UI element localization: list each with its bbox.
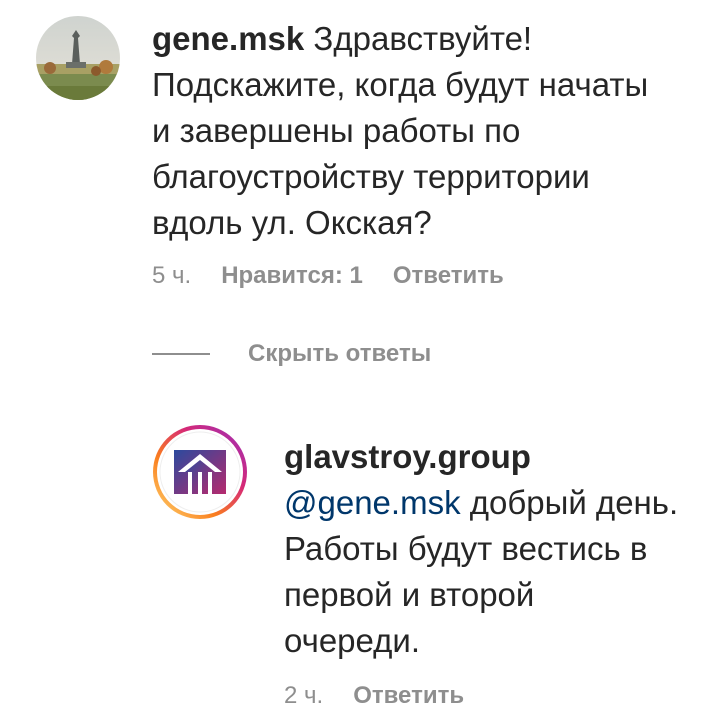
comment-line: Здравствуйте! xyxy=(313,20,533,57)
landscape-photo-avatar-icon xyxy=(36,16,120,100)
comment-line: Подскажите, когда будут начаты xyxy=(152,66,649,103)
reply-line: очереди. xyxy=(284,622,421,659)
comment-meta: 5 ч. Нравится: 1 Ответить xyxy=(152,262,534,290)
glavstroy-logo-icon xyxy=(153,425,247,519)
comment-thread: gene.msk Здравствуйте! Подскажите, когда… xyxy=(0,0,720,720)
reply-meta: 2 ч. Ответить xyxy=(284,682,494,710)
comment-line: и завершены работы по xyxy=(152,112,521,149)
comment-timestamp: 5 ч. xyxy=(152,262,192,289)
likes-count-button[interactable]: Нравится: 1 xyxy=(221,262,363,290)
comment-body: gene.msk Здравствуйте! Подскажите, когда… xyxy=(152,16,712,246)
reply-line: Работы будут вестись в xyxy=(284,530,648,567)
commenter-avatar[interactable] xyxy=(36,16,120,100)
reply-reply-button[interactable]: Ответить xyxy=(353,682,464,710)
comment-username[interactable]: gene.msk xyxy=(152,20,304,57)
reply-body: glavstroy.group @gene.msk добрый день. Р… xyxy=(284,434,714,664)
divider-line xyxy=(152,353,210,355)
hide-replies-label: Скрыть ответы xyxy=(248,340,432,367)
reply-timestamp: 2 ч. xyxy=(284,682,324,709)
reply-username[interactable]: glavstroy.group xyxy=(284,438,531,475)
hide-replies-button[interactable]: Скрыть ответы xyxy=(152,340,431,368)
reply-avatar[interactable] xyxy=(152,424,248,520)
reply-button[interactable]: Ответить xyxy=(393,262,504,290)
comment-line: вдоль ул. Окская? xyxy=(152,204,432,241)
reply-line: добрый день. xyxy=(469,484,679,521)
reply-line: первой и второй xyxy=(284,576,535,613)
comment-line: благоустройству территории xyxy=(152,158,590,195)
reply-mention-link[interactable]: @gene.msk xyxy=(284,484,461,521)
